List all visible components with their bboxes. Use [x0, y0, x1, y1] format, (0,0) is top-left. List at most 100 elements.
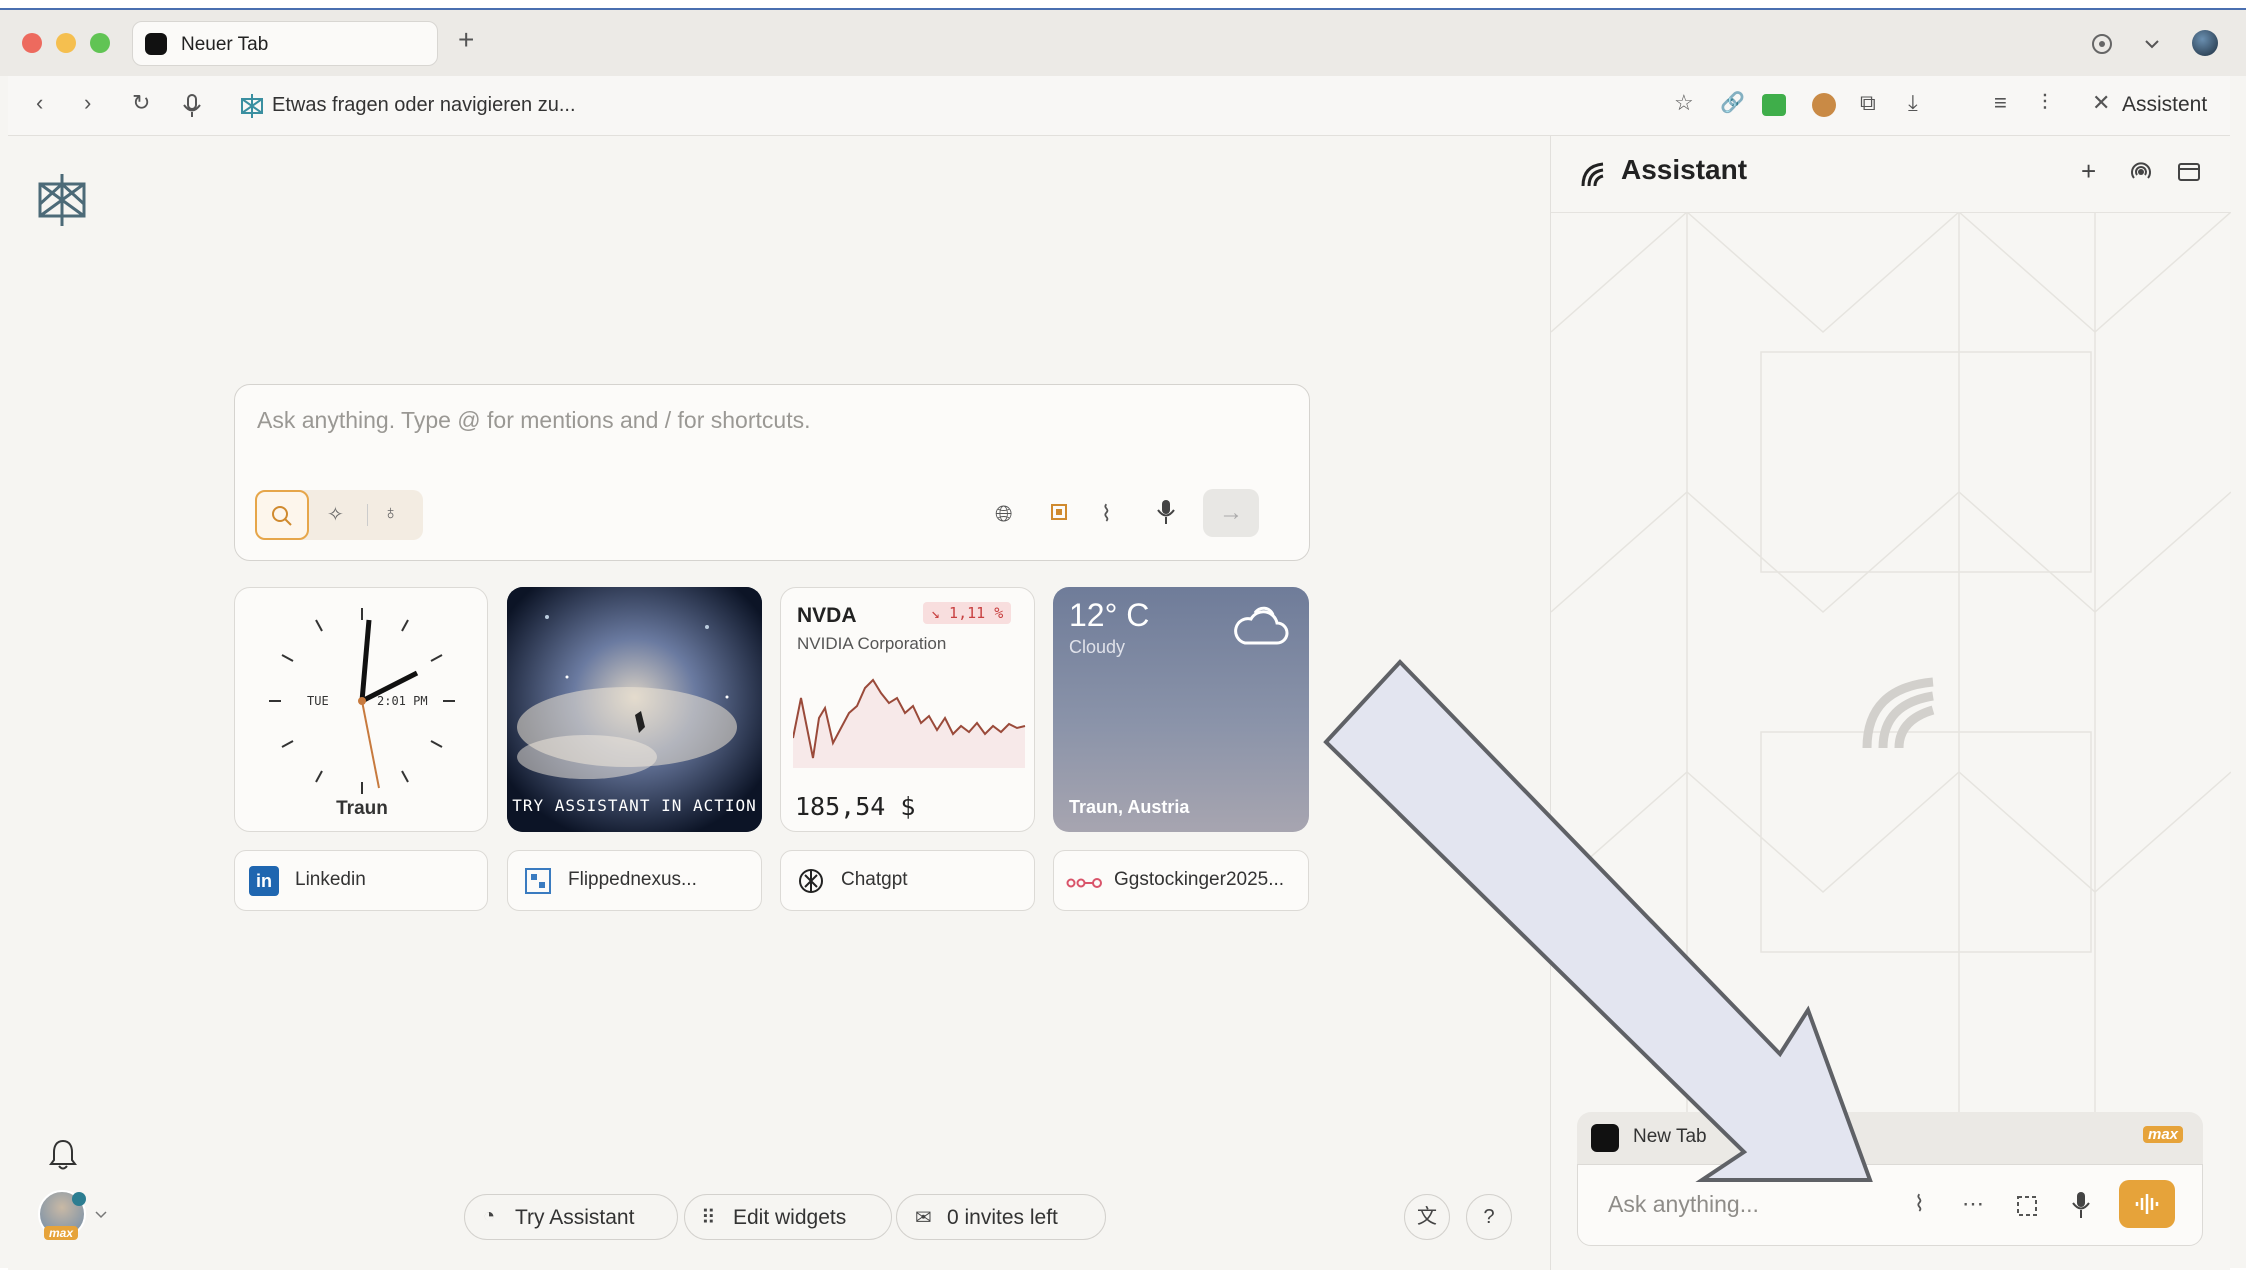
stock-widget[interactable]: NVDA ↘ 1,11 % NVIDIA Corporation 185,54 … — [780, 587, 1035, 832]
reload-icon[interactable]: ↻ — [132, 90, 150, 116]
microphone-icon[interactable] — [2072, 1191, 2090, 1219]
chevron-down-icon[interactable] — [2142, 34, 2162, 54]
grid-dots-icon: ⠿ — [701, 1207, 716, 1229]
close-assistant-icon[interactable]: ✕ — [2092, 90, 2110, 116]
quick-link-flippednexus[interactable]: Flippednexus... — [507, 850, 762, 911]
quick-link-label: Chatgpt — [841, 869, 908, 890]
quick-link-chatgpt[interactable]: Chatgpt — [780, 850, 1035, 911]
chevron-down-icon[interactable] — [94, 1210, 108, 1220]
more-options-icon[interactable]: ⋯ — [1962, 1191, 1984, 1217]
assistant-logo-icon: ◔ — [483, 1205, 496, 1227]
back-arrow-icon[interactable]: ‹ — [36, 90, 43, 116]
maximize-window-button[interactable] — [90, 33, 110, 53]
research-mode-icon[interactable]: ✧ — [327, 502, 344, 527]
new-tab-plus-icon[interactable]: + — [458, 24, 474, 56]
weather-location: Traun, Austria — [1069, 797, 1190, 817]
main-search-box[interactable]: Ask anything. Type @ for mentions and / … — [234, 384, 1310, 561]
try-assistant-promo-widget[interactable]: TRY ASSISTANT IN ACTION — [507, 587, 762, 832]
help-button[interactable]: ? — [1466, 1194, 1512, 1240]
quick-link-label: Linkedin — [295, 869, 366, 890]
minimize-window-button[interactable] — [56, 33, 76, 53]
clock-day: TUE — [307, 694, 329, 708]
stock-change-badge: ↘ 1,11 % — [923, 602, 1012, 624]
microphone-icon[interactable] — [1157, 499, 1175, 525]
stock-ticker: NVDA — [797, 604, 857, 627]
translate-language-button[interactable]: 文 — [1404, 1194, 1450, 1240]
try-assistant-button[interactable]: ◔ Try Assistant — [464, 1194, 678, 1240]
quick-link-label: Ggstockinger2025... — [1114, 869, 1285, 890]
screenshot-select-icon[interactable] — [2016, 1195, 2038, 1217]
browser-window: Neuer Tab + ‹ › ↻ Etwas fragen oder navi… — [0, 8, 2246, 1270]
cloud-icon — [1234, 606, 1289, 645]
history-window-icon[interactable] — [2177, 160, 2201, 184]
camera-settings-icon[interactable] — [2090, 32, 2114, 56]
stock-price: 185,54 $ — [795, 792, 916, 821]
cookie-extension-icon[interactable] — [1812, 93, 1836, 117]
tab-strip: Neuer Tab + — [0, 10, 2246, 76]
quick-link-linkedin[interactable]: in Linkedin — [234, 850, 488, 911]
qr-icon — [525, 868, 551, 894]
openai-icon — [799, 869, 823, 893]
perplexity-brand-logo — [38, 174, 86, 226]
send-arrow-button[interactable]: → — [1203, 489, 1259, 537]
notification-bell-icon[interactable] — [48, 1138, 78, 1172]
search-mode-button[interactable] — [255, 490, 309, 540]
stock-company-name: NVIDIA Corporation — [797, 634, 947, 653]
weather-temperature: 12° C — [1069, 597, 1150, 633]
voice-mode-button[interactable] — [2119, 1180, 2175, 1228]
perplexity-logo-icon — [241, 94, 263, 118]
lightbulb-icon[interactable]: ♁ — [383, 502, 398, 525]
assistant-logo-icon — [1581, 162, 1604, 187]
edit-widgets-button[interactable]: ⠿ Edit widgets — [684, 1194, 892, 1240]
forward-arrow-icon[interactable]: › — [84, 90, 91, 116]
assistant-header: Assistant + — [1551, 136, 2231, 213]
voice-waveform-icon[interactable]: ⫶ — [2042, 90, 2048, 116]
new-tab-page: Ask anything. Type @ for mentions and / … — [8, 136, 1550, 1270]
podcast-broadcast-icon[interactable] — [2129, 160, 2153, 184]
attach-paperclip-icon[interactable]: ⌇ — [1914, 1191, 1925, 1217]
profile-avatar-icon[interactable] — [2192, 30, 2218, 56]
quick-link-label: Flippednexus... — [568, 869, 697, 890]
menu-lines-icon[interactable]: ≡ — [1994, 90, 2007, 116]
waveform-icon — [2135, 1194, 2159, 1214]
extension-green-icon[interactable] — [1762, 94, 1786, 116]
bookmark-star-icon[interactable]: ☆ — [1674, 90, 1694, 116]
try-assistant-label: Try Assistant — [515, 1206, 635, 1229]
weather-widget[interactable]: 12° C Cloudy Traun, Austria — [1053, 587, 1309, 832]
navigation-toolbar: ‹ › ↻ Etwas fragen oder navigieren zu...… — [8, 76, 2230, 136]
attach-paperclip-icon[interactable]: ⌇ — [1101, 501, 1112, 527]
download-icon[interactable]: ⤓ — [1908, 90, 1918, 116]
max-plan-badge: max — [44, 1226, 79, 1240]
tab-neuer-tab[interactable]: Neuer Tab — [132, 21, 438, 66]
copy-link-icon[interactable]: 🔗 — [1720, 90, 1745, 115]
close-window-button[interactable] — [22, 33, 42, 53]
assistant-toggle-label[interactable]: Assistent — [2122, 93, 2207, 117]
search-mode-switch: ✧ ♁ — [255, 490, 423, 540]
quick-link-ggstockinger[interactable]: Ggstockinger2025... — [1053, 850, 1309, 911]
link-chain-icon — [1066, 878, 1102, 888]
promo-label: TRY ASSISTANT IN ACTION — [512, 796, 757, 815]
status-dot — [72, 1192, 86, 1206]
extensions-puzzle-icon[interactable]: ⧉ — [1860, 90, 1876, 116]
perplexity-favicon-icon — [145, 33, 167, 55]
microphone-icon[interactable] — [182, 94, 202, 118]
analog-clock — [269, 608, 455, 794]
clock-widget[interactable]: TUE 2:01 PM Traun — [234, 587, 488, 832]
edit-widgets-label: Edit widgets — [733, 1206, 847, 1229]
globe-icon[interactable]: 🌐︎ — [995, 501, 1013, 527]
chip-model-icon[interactable] — [1048, 501, 1070, 523]
stock-sparkline — [793, 678, 1026, 768]
invites-button[interactable]: ✉ 0 invites left — [896, 1194, 1106, 1240]
clock-digital-time: 2:01 PM — [377, 694, 428, 708]
mail-icon: ✉ — [915, 1207, 932, 1229]
annotation-arrow — [1323, 659, 1873, 1182]
new-chat-plus-icon[interactable]: + — [2081, 156, 2096, 187]
search-input[interactable]: Ask anything. Type @ for mentions and / … — [257, 407, 810, 434]
address-bar[interactable]: Etwas fragen oder navigieren zu... — [272, 94, 576, 117]
clock-city: Traun — [336, 798, 388, 819]
invites-label: 0 invites left — [947, 1206, 1058, 1229]
tab-title: Neuer Tab — [181, 34, 269, 55]
translate-icon: 文 — [1417, 1206, 1437, 1228]
help-label: ? — [1483, 1206, 1495, 1228]
assistant-title: Assistant — [1621, 154, 1748, 185]
